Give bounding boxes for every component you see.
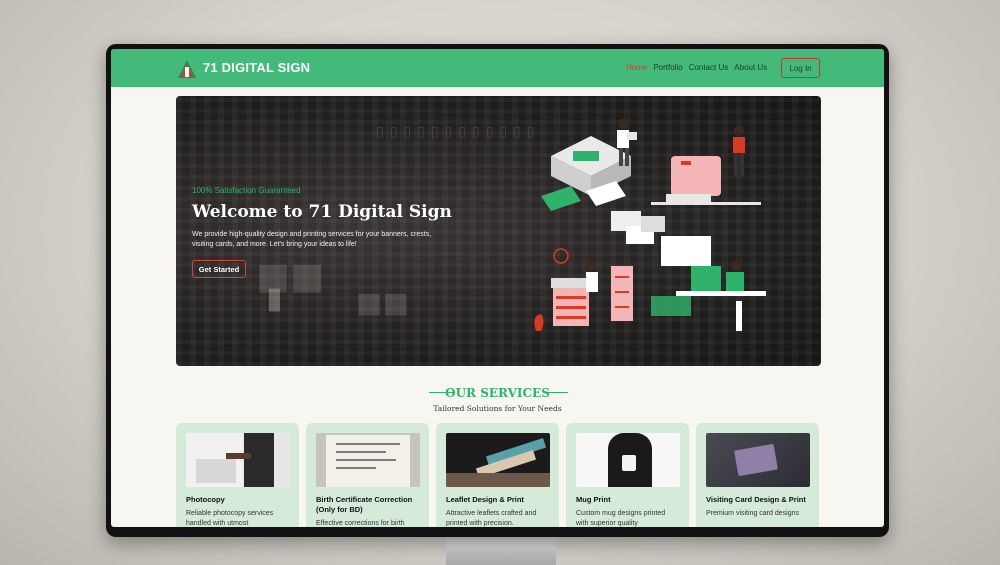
service-title: Photocopy (186, 495, 225, 504)
nav-item-portfolio[interactable]: Portfolio (653, 63, 682, 72)
service-description: Attractive leaflets crafted and printed … (446, 510, 537, 527)
service-description: Custom mug designs printed with superior… (576, 510, 666, 527)
paper-stack-icon (611, 211, 665, 244)
team-desk-icon (651, 236, 766, 331)
copier-and-cabinet-icon (534, 248, 633, 331)
nav-menu: Home Portfolio Contact Us About Us (626, 63, 767, 72)
service-card-visiting-card[interactable]: Visiting Card Design & Print Premium vis… (696, 423, 819, 527)
service-card-photocopy[interactable]: Photocopy Reliable photocopy services ha… (176, 423, 299, 527)
title-divider-right (543, 392, 568, 393)
service-card-mug[interactable]: Mug Print Custom mug designs printed wit… (566, 423, 689, 527)
person-with-box-icon (617, 119, 637, 166)
service-description: Reliable photocopy services handled with… (186, 510, 274, 527)
get-started-button[interactable]: Get Started (192, 260, 246, 278)
hero-banner: ▯▯▯▯▯▯▯▯▯▯▯▯ ■■ ▮ ■■ 100% Satisfaction G… (176, 96, 821, 366)
navbar: 71 DIGITAL SIGN Home Portfolio Contact U… (111, 49, 884, 87)
nav-item-contact[interactable]: Contact Us (689, 63, 729, 72)
service-card-leaflet[interactable]: Leaflet Design & Print Attractive leafle… (436, 423, 559, 527)
brand-name[interactable]: 71 DIGITAL SIGN (203, 60, 310, 75)
hero-title: Welcome to 71 Digital Sign (192, 202, 452, 222)
service-title: Leaflet Design & Print (446, 495, 524, 504)
background-letters-decor: ■■ (356, 286, 409, 319)
background-letters-decor: ▯▯▯▯▯▯▯▯▯▯▯▯ (376, 124, 541, 140)
photocopy-image (186, 433, 290, 487)
printing-illustration (534, 119, 766, 331)
visiting-card-image (706, 433, 810, 487)
browser-viewport: 71 DIGITAL SIGN Home Portfolio Contact U… (111, 49, 884, 527)
birth-certificate-image (316, 433, 420, 487)
service-title: Visiting Card Design & Print (706, 495, 806, 504)
service-description: Effective corrections for birth (316, 520, 405, 527)
mug-image (576, 433, 680, 487)
monitor-stand (446, 537, 556, 565)
hero-description: We provide high-quality design and print… (192, 231, 432, 248)
monitor-frame: 71 DIGITAL SIGN Home Portfolio Contact U… (106, 44, 889, 537)
services-subtitle: Tailored Solutions for Your Needs (433, 404, 562, 413)
hero-tagline: 100% Satisfaction Guaranteed (192, 186, 301, 195)
leaflet-image (446, 433, 550, 487)
service-card-birth-certificate[interactable]: Birth Certificate Correction (Only for B… (306, 423, 429, 527)
brand-logo-icon[interactable] (177, 59, 197, 79)
services-title: OUR SERVICES (445, 386, 550, 400)
large-format-printer-icon (651, 126, 761, 205)
nav-item-home[interactable]: Home (626, 63, 647, 72)
login-button[interactable]: Log In (781, 58, 820, 78)
service-title: Mug Print (576, 495, 611, 504)
service-description: Premium visiting card designs (706, 510, 799, 517)
background-digit-decor: ▮ (266, 281, 283, 316)
service-title: Birth Certificate Correction (Only for B… (316, 495, 413, 514)
nav-item-about[interactable]: About Us (734, 63, 767, 72)
